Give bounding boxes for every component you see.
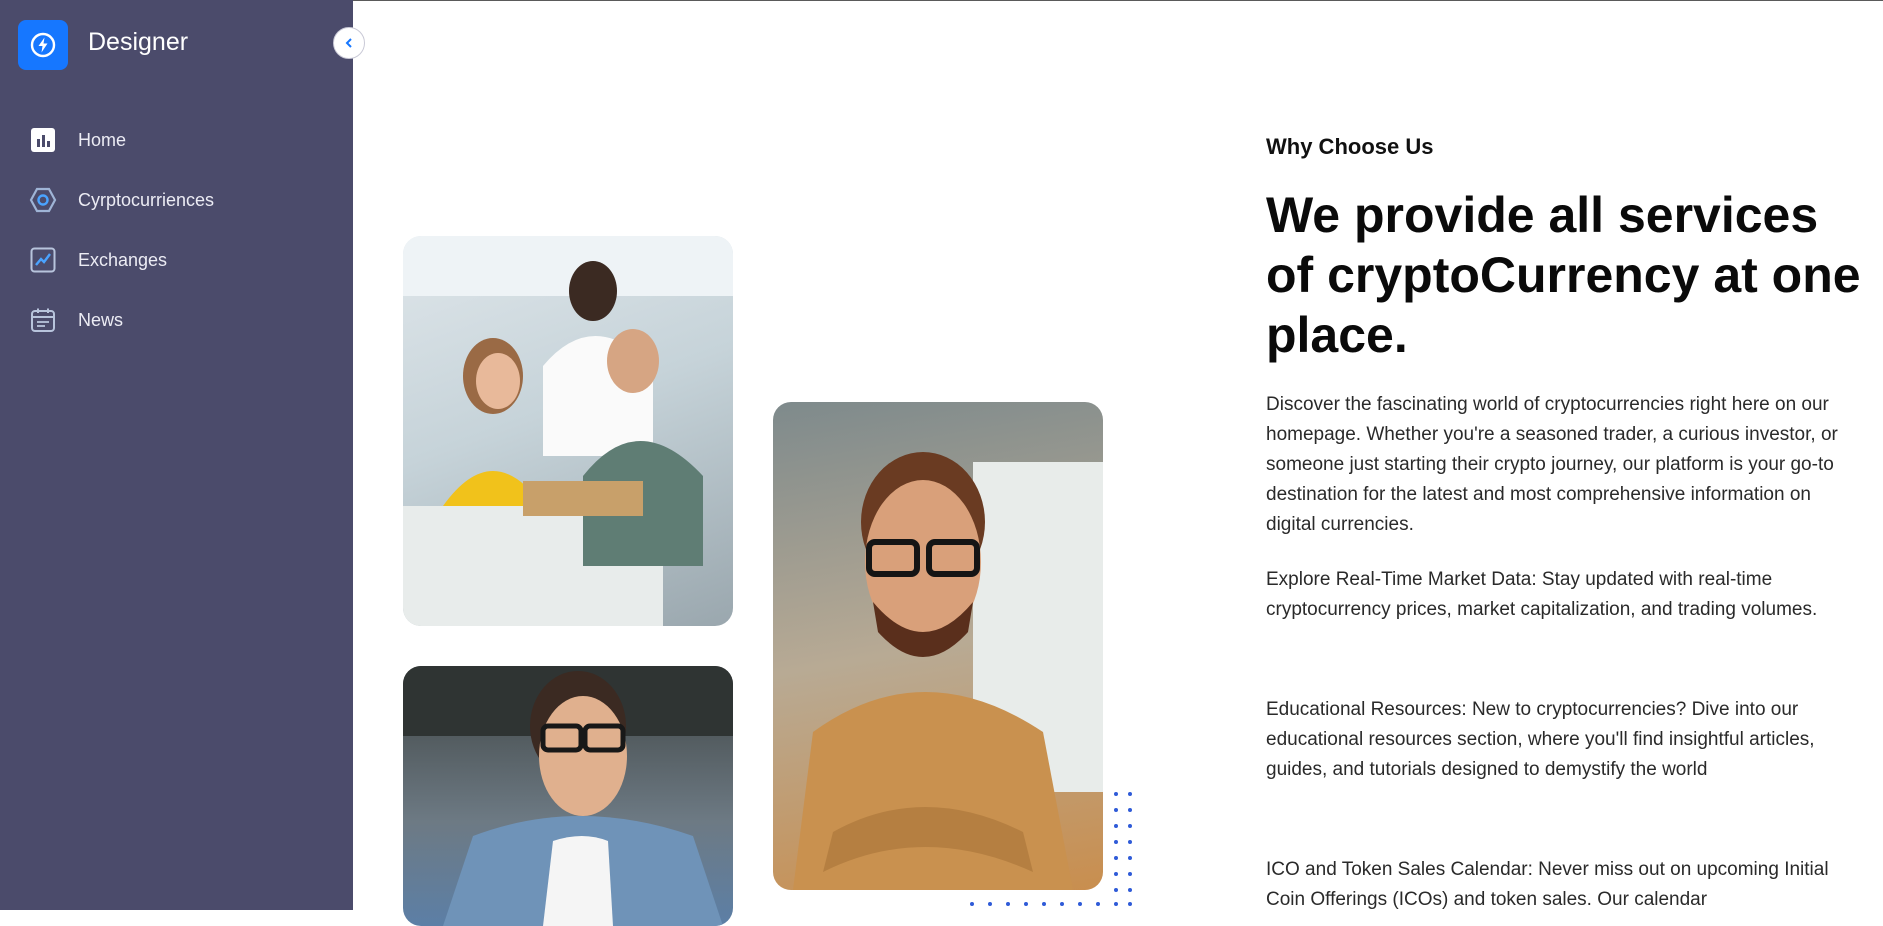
calendar-icon — [28, 305, 58, 335]
section-headline: We provide all services of cryptoCurrenc… — [1266, 187, 1861, 363]
sidebar-item-label: News — [78, 309, 124, 330]
sidebar-nav: Home Cyrptocurriences Exchanges News — [0, 110, 353, 350]
sidebar-item-label: Exchanges — [78, 249, 168, 270]
logo-icon[interactable] — [18, 20, 68, 70]
line-chart-icon — [28, 245, 58, 275]
sidebar-item-label: Cyrptocurriences — [78, 189, 215, 210]
sidebar-item-label: Home — [78, 129, 127, 150]
sidebar: Designer Home Cyrptocurriences Exchanges… — [0, 0, 353, 910]
section-eyebrow: Why Choose Us — [1266, 134, 1434, 159]
ico-calendar-paragraph: ICO and Token Sales Calendar: Never miss… — [1266, 859, 1829, 910]
chevron-left-icon — [345, 38, 352, 48]
sidebar-item-cryptocurrencies[interactable]: Cyrptocurriences — [0, 170, 353, 230]
brand-name[interactable]: Designer — [88, 28, 188, 57]
sidebar-item-exchanges[interactable]: Exchanges — [0, 230, 353, 290]
sidebar-item-home[interactable]: Home — [0, 110, 353, 170]
bar-chart-icon — [28, 125, 58, 155]
team-photo-image — [403, 236, 733, 626]
working-man-photo-image — [403, 666, 733, 926]
sidebar-item-news[interactable]: News — [0, 290, 353, 350]
educational-resources-paragraph: Educational Resources: New to cryptocurr… — [1266, 699, 1815, 780]
sidebar-collapse-button[interactable] — [333, 27, 365, 59]
decorative-dots — [970, 792, 1132, 906]
market-data-paragraph: Explore Real-Time Market Data: Stay upda… — [1266, 569, 1818, 620]
hexagon-icon — [28, 185, 58, 215]
intro-paragraph: Discover the fascinating world of crypto… — [1266, 394, 1838, 535]
